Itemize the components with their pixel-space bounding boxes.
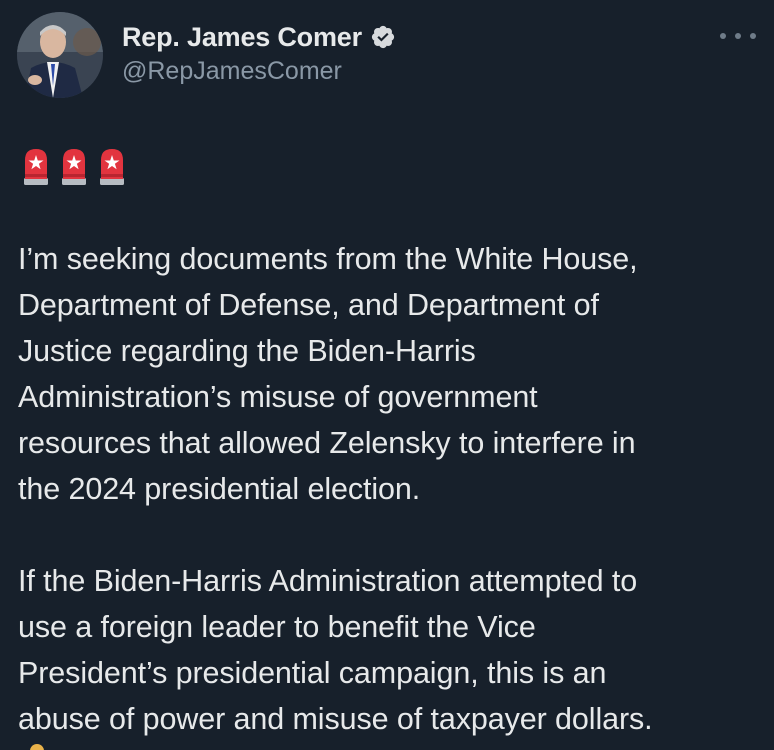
text-line: the 2024 presidential election. [18,472,421,506]
tweet-paragraph: I’m seeking documents from the White Hou… [18,236,758,512]
text-line: use a foreign leader to benefit the Vice [18,610,536,644]
more-dot-icon [720,33,726,39]
avatar[interactable] [17,12,103,98]
text-line: Justice regarding the Biden-Harris [18,334,476,368]
author-name-row: Rep. James Comer [122,20,396,54]
avatar-photo [17,12,103,98]
tweet-paragraph: If the Biden-Harris Administration attem… [18,558,758,742]
rotating-light-icon [98,148,126,186]
emoji-row [22,148,126,186]
author-handle[interactable]: @RepJamesComer [122,57,342,86]
text-line: If the Biden-Harris Administration attem… [18,564,638,598]
text-line: resources that allowed Zelensky to inter… [18,426,636,460]
display-name[interactable]: Rep. James Comer [122,22,362,53]
more-dot-icon [750,33,756,39]
partial-emoji-icon [30,744,44,750]
text-line: Department of Defense, and Department of [18,288,599,322]
rotating-light-icon [22,148,50,186]
text-line: I’m seeking documents from the White Hou… [18,242,638,276]
more-options-button[interactable] [720,26,756,46]
tweet-card: Rep. James Comer @RepJamesComer I’m seek… [0,0,774,750]
text-line: Administration’s misuse of government [18,380,538,414]
text-line: abuse of power and misuse of taxpayer do… [18,702,653,736]
rotating-light-icon [60,148,88,186]
verified-badge-icon [370,24,396,50]
tweet-text: I’m seeking documents from the White Hou… [18,236,758,742]
more-dot-icon [735,33,741,39]
text-line: President’s presidential campaign, this … [18,656,607,690]
